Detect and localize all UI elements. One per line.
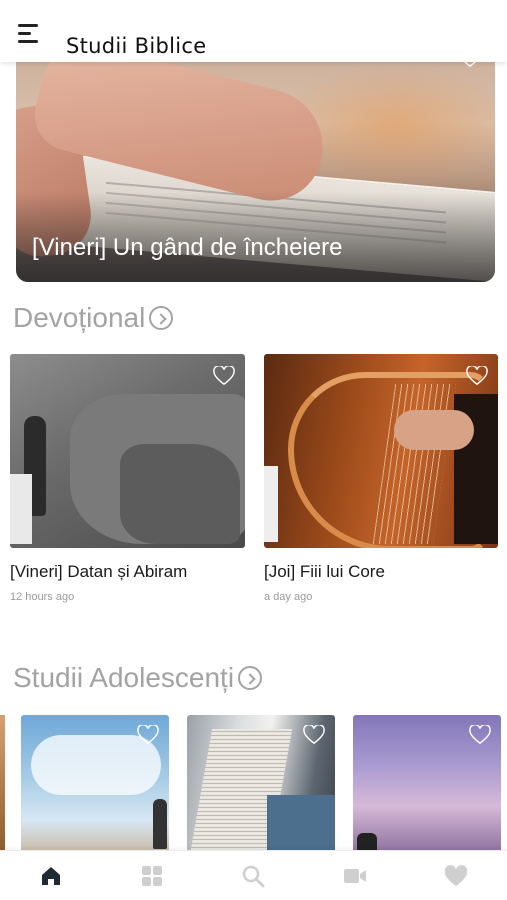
home-icon	[41, 866, 60, 885]
section-title-devotional[interactable]: Devoțional	[13, 302, 174, 334]
nav-home[interactable]	[31, 856, 71, 896]
heart-filled-icon	[445, 864, 468, 886]
favorite-heart-icon[interactable]	[469, 723, 491, 745]
app-title: Studii Biblice	[66, 34, 207, 58]
adolescent-study-card[interactable]	[21, 715, 169, 855]
hamburger-menu-icon[interactable]	[18, 22, 44, 46]
app-header: Studii Biblice	[0, 0, 507, 62]
card-title: [Joi] Fiii lui Core	[264, 562, 385, 581]
featured-study-card[interactable]: [Vineri] Un gând de încheiere	[16, 56, 495, 282]
nav-search[interactable]	[233, 856, 273, 896]
adolescent-study-card[interactable]	[187, 715, 335, 855]
card-timestamp: a day ago	[264, 591, 313, 603]
card-thumbnail	[10, 354, 245, 548]
search-icon	[243, 865, 265, 887]
card-timestamp: 12 hours ago	[10, 591, 75, 603]
devotional-card[interactable]: [Vineri] Datan și Abiram 12 hours ago	[10, 354, 245, 603]
circle-chevron-right-icon[interactable]	[149, 306, 174, 330]
section-title-text: Devoțional	[13, 302, 146, 333]
grid-icon	[142, 865, 163, 886]
favorite-heart-icon[interactable]	[137, 723, 159, 745]
featured-study-title: [Vineri] Un gând de încheiere	[32, 234, 343, 261]
card-thumbnail	[353, 715, 501, 855]
favorite-heart-icon[interactable]	[303, 723, 325, 745]
nav-videos[interactable]	[335, 856, 375, 896]
favorite-heart-icon[interactable]	[213, 364, 235, 386]
circle-chevron-right-icon[interactable]	[238, 666, 263, 690]
card-thumbnail	[21, 715, 169, 855]
bottom-navigation	[0, 850, 507, 900]
section-title-text: Studii Adolescenți	[13, 662, 235, 693]
partial-card[interactable]	[0, 715, 5, 855]
nav-categories[interactable]	[132, 856, 172, 896]
card-thumbnail	[264, 354, 498, 548]
section-title-adolescenti[interactable]: Studii Adolescenți	[13, 662, 263, 694]
card-thumbnail	[187, 715, 335, 855]
adolescent-study-card[interactable]	[353, 715, 501, 855]
nav-favorites[interactable]	[436, 856, 476, 896]
favorite-heart-icon[interactable]	[466, 364, 488, 386]
card-title: [Vineri] Datan și Abiram	[10, 562, 188, 581]
video-camera-icon	[343, 868, 366, 883]
devotional-card[interactable]: [Joi] Fiii lui Core a day ago	[264, 354, 498, 603]
